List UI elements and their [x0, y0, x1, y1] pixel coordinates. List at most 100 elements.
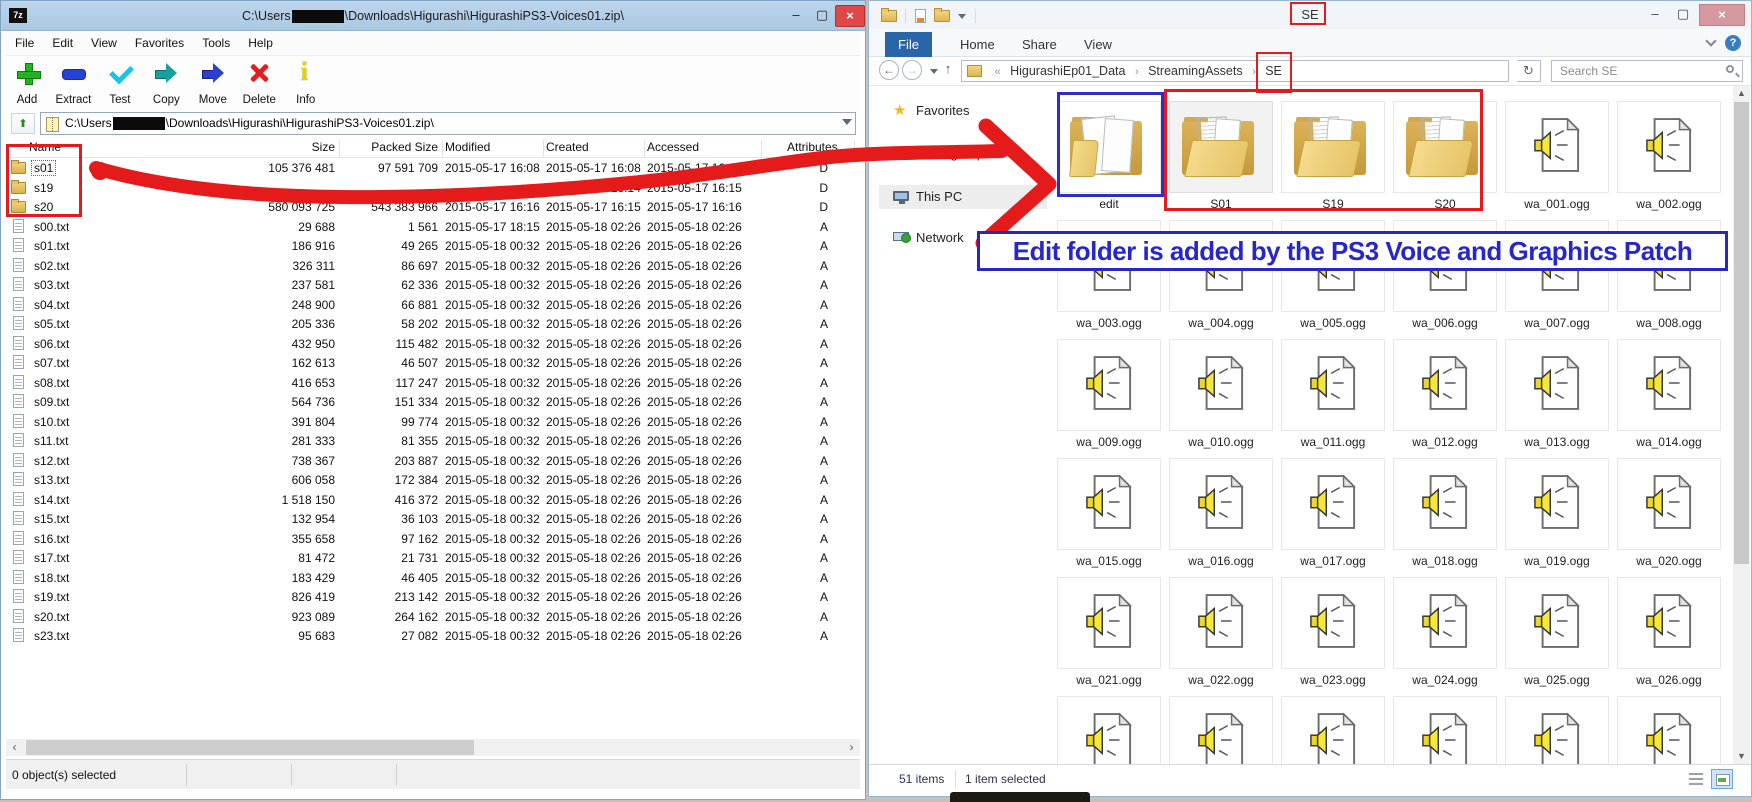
breadcrumb-item-current[interactable]: SE [1263, 64, 1284, 78]
item-icon-box[interactable] [1281, 101, 1385, 193]
breadcrumb-item[interactable]: StreamingAssets [1146, 64, 1244, 78]
maximize-button[interactable]: ▢ [1669, 4, 1697, 26]
toolbar-button[interactable]: Info [285, 56, 327, 106]
maximize-button[interactable]: ▢ [809, 5, 835, 27]
column-header-name[interactable]: Name [29, 140, 61, 154]
item-icon-box[interactable] [1281, 577, 1385, 669]
sidebar-item-homegroup[interactable]: ⌂Homegroup [869, 142, 1055, 166]
column-divider[interactable] [339, 140, 340, 157]
large-icons-view-button[interactable] [1711, 769, 1733, 789]
list-item[interactable] [1617, 696, 1721, 769]
item-icon-box[interactable] [1169, 696, 1273, 769]
ribbon-collapse-icon[interactable] [1705, 35, 1716, 46]
column-header-modified[interactable]: Modified [445, 140, 490, 154]
toolbar-button[interactable]: Move [192, 56, 234, 106]
column-divider[interactable] [854, 140, 855, 157]
item-icon-box[interactable] [1057, 220, 1161, 312]
list-item[interactable]: wa_022.ogg [1169, 577, 1273, 696]
sidebar-item-favorites[interactable]: ★Favorites [869, 99, 1055, 123]
archive-path-combobox[interactable]: C:\Users\Downloads\Higurashi\HigurashiPS… [40, 112, 856, 135]
menu-item[interactable]: Help [239, 32, 282, 50]
column-header-packed-size[interactable]: Packed Size [341, 140, 438, 154]
item-icon-box[interactable] [1281, 220, 1385, 312]
toolbar-button[interactable]: Copy [145, 56, 187, 106]
sidebar-item-this-pc[interactable]: This PC [879, 185, 1047, 209]
help-icon[interactable]: ? [1725, 35, 1741, 51]
table-row[interactable]: s20 580 093 725 543 383 966 2015-05-17 1… [6, 198, 860, 218]
explorer-titlebar[interactable]: SE – ▢ × [869, 1, 1751, 29]
table-row[interactable]: s03.txt 237 581 62 336 2015-05-18 00:32 … [6, 276, 860, 296]
folder-up-button[interactable]: ⬆ [11, 113, 35, 134]
item-icon-box[interactable] [1281, 458, 1385, 550]
list-item[interactable]: wa_015.ogg [1057, 458, 1161, 577]
up-button[interactable]: ↑ [939, 61, 957, 79]
table-row[interactable]: s17.txt 81 472 21 731 2015-05-18 00:32 2… [6, 549, 860, 569]
list-item[interactable]: wa_024.ogg [1393, 577, 1497, 696]
list-item[interactable]: wa_013.ogg [1505, 339, 1609, 458]
column-header-attributes[interactable]: Attributes [787, 140, 838, 154]
menu-item[interactable]: Tools [193, 32, 239, 50]
table-row[interactable]: s01 105 376 481 97 591 709 2015-05-17 16… [6, 159, 860, 179]
item-icon-box[interactable] [1169, 101, 1273, 193]
toolbar-button[interactable]: Test [99, 56, 141, 106]
breadcrumb[interactable]: « HigurashiEp01_Data › StreamingAssets ›… [961, 60, 1509, 82]
vertical-scrollbar[interactable]: ▲ ▼ [1733, 86, 1750, 764]
item-icon-box[interactable] [1169, 220, 1273, 312]
table-row[interactable]: s05.txt 205 336 58 202 2015-05-18 00:32 … [6, 315, 860, 335]
table-row[interactable]: s02.txt 326 311 86 697 2015-05-18 00:32 … [6, 257, 860, 277]
qat-dropdown-icon[interactable] [958, 14, 966, 19]
tab-view[interactable]: View [1071, 32, 1125, 57]
toolbar-button[interactable]: Delete [238, 56, 280, 106]
properties-icon[interactable] [915, 9, 926, 23]
item-icon-box[interactable] [1505, 577, 1609, 669]
item-icon-box[interactable] [1617, 220, 1721, 312]
list-item[interactable]: wa_011.ogg [1281, 339, 1385, 458]
item-icon-box[interactable] [1169, 577, 1273, 669]
tab-file[interactable]: File [885, 32, 932, 57]
table-row[interactable]: s16.txt 355 658 97 162 2015-05-18 00:32 … [6, 530, 860, 550]
item-icon-box[interactable] [1505, 101, 1609, 193]
menu-item[interactable]: Edit [43, 32, 82, 50]
item-icon-box[interactable] [1505, 696, 1609, 769]
item-icon-box[interactable] [1617, 577, 1721, 669]
list-item[interactable]: wa_007.ogg [1505, 220, 1609, 339]
list-item[interactable]: wa_020.ogg [1617, 458, 1721, 577]
new-folder-icon[interactable] [934, 10, 950, 22]
list-item[interactable]: wa_014.ogg [1617, 339, 1721, 458]
table-row[interactable]: s00.txt 29 688 1 561 2015-05-17 18:15 20… [6, 218, 860, 238]
scrollbar-thumb[interactable] [1734, 102, 1749, 564]
table-row[interactable]: s20.txt 923 089 264 162 2015-05-18 00:32… [6, 608, 860, 628]
list-item[interactable]: wa_005.ogg [1281, 220, 1385, 339]
item-icon-box[interactable] [1505, 458, 1609, 550]
path-dropdown-icon[interactable] [842, 119, 852, 125]
close-button[interactable]: × [835, 5, 865, 27]
list-item[interactable]: wa_008.ogg [1617, 220, 1721, 339]
list-item[interactable] [1505, 696, 1609, 769]
list-item[interactable] [1393, 696, 1497, 769]
table-row[interactable]: s13.txt 606 058 172 384 2015-05-18 00:32… [6, 471, 860, 491]
column-divider[interactable] [644, 140, 645, 157]
list-item[interactable]: wa_004.ogg [1169, 220, 1273, 339]
item-icon-box[interactable] [1169, 458, 1273, 550]
list-item[interactable]: wa_021.ogg [1057, 577, 1161, 696]
item-icon-box[interactable] [1281, 339, 1385, 431]
minimize-button[interactable]: – [1641, 4, 1669, 26]
history-dropdown-icon[interactable] [930, 69, 938, 74]
table-row[interactable]: s18.txt 183 429 46 405 2015-05-18 00:32 … [6, 569, 860, 589]
toolbar-button[interactable]: Extract [52, 56, 94, 106]
table-row[interactable]: s19.txt 826 419 213 142 2015-05-18 00:32… [6, 588, 860, 608]
list-item[interactable]: wa_009.ogg [1057, 339, 1161, 458]
item-icon-box[interactable] [1057, 696, 1161, 769]
item-icon-box[interactable] [1505, 220, 1609, 312]
table-row[interactable]: s07.txt 162 613 46 507 2015-05-18 00:32 … [6, 354, 860, 374]
list-item[interactable]: wa_003.ogg [1057, 220, 1161, 339]
item-icon-box[interactable] [1057, 101, 1161, 193]
column-header-size[interactable]: Size [211, 140, 335, 154]
minimize-button[interactable]: – [783, 5, 809, 27]
item-icon-box[interactable] [1617, 458, 1721, 550]
tab-share[interactable]: Share [1009, 32, 1070, 57]
back-button[interactable]: ← [879, 60, 899, 80]
item-icon-box[interactable] [1617, 339, 1721, 431]
table-row[interactable]: s14.txt 1 518 150 416 372 2015-05-18 00:… [6, 491, 860, 511]
list-item[interactable]: wa_001.ogg [1505, 101, 1609, 220]
